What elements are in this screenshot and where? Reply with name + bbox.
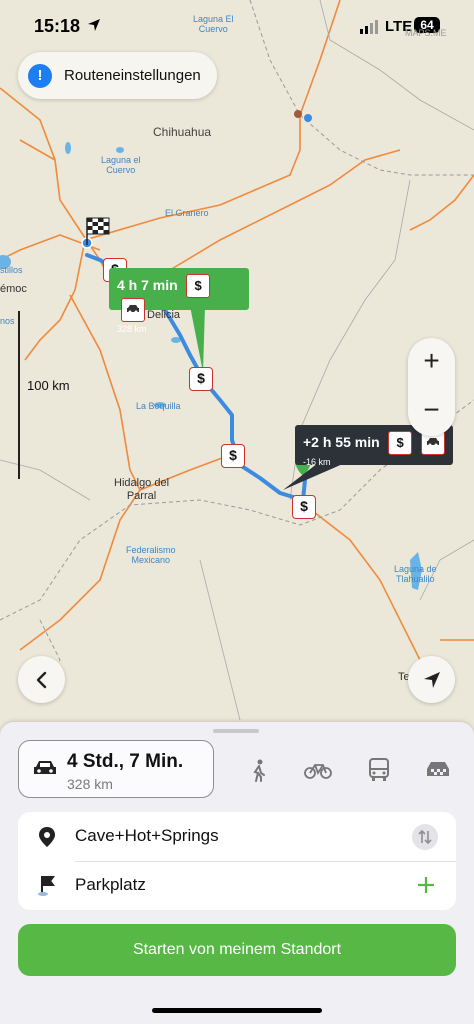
zoom-out-button[interactable]: − <box>408 387 455 436</box>
my-location-button[interactable] <box>408 656 455 703</box>
toll-icon: $ <box>186 274 211 298</box>
car-icon <box>121 298 145 322</box>
status-time: 15:18 <box>34 16 81 36</box>
map-label-left-lake: stillos <box>0 265 23 275</box>
bike-icon[interactable] <box>304 761 332 779</box>
map-view[interactable]: Laguna El Cuervo Chihuahua Laguna el Cue… <box>0 0 474 760</box>
signal-icon <box>360 20 378 34</box>
map-label-chihuahua: Chihuahua <box>153 125 212 139</box>
end-point-label: Parkplatz <box>75 875 146 894</box>
bus-icon[interactable] <box>368 758 390 782</box>
start-navigation-button[interactable]: Starten von meinem Standort <box>18 924 456 976</box>
map-label-laguna-de-tlahualilo: Laguna de Tlahualilo <box>394 564 437 584</box>
route-settings-label: Routeneinstellungen <box>64 67 201 84</box>
route-main-distance: 328 km <box>117 324 147 334</box>
location-services-icon <box>88 19 100 31</box>
sheet-handle[interactable] <box>213 729 259 733</box>
map-label-left-partial: nos <box>0 316 15 326</box>
zoom-control: + − <box>408 338 455 436</box>
map-label-federalismo-mexicano: Federalismo Mexicano <box>126 545 176 565</box>
start-point-label: Cave+Hot+Springs <box>75 826 219 845</box>
chevron-left-icon <box>36 671 46 688</box>
taxi-icon[interactable] <box>425 760 451 778</box>
walk-icon[interactable] <box>248 759 268 783</box>
map-label-el-granero: El Granero <box>165 208 209 218</box>
end-point-row[interactable]: Parkplatz <box>18 861 456 910</box>
route-main-time: 4 h 7 min <box>117 277 178 294</box>
car-icon <box>34 761 56 774</box>
add-icon[interactable] <box>414 873 438 897</box>
toll-marker[interactable]: $ <box>292 495 316 519</box>
home-indicator <box>152 1008 322 1013</box>
location-arrow-icon <box>423 671 440 688</box>
flag-icon <box>38 876 55 896</box>
map-label-hidalgo-del-parral: Hidalgo del Parral <box>114 477 170 502</box>
route-stops: Cave+Hot+Springs Parkplatz <box>18 812 456 910</box>
scale-label: 100 km <box>27 378 70 393</box>
info-icon: ! <box>28 63 52 88</box>
route-main-tag[interactable]: 4 h 7 min $ 328 km <box>109 268 249 334</box>
scale-bar <box>18 311 20 479</box>
toll-marker[interactable]: $ <box>189 367 213 391</box>
route-settings-button[interactable]: ! Routeneinstellungen <box>18 52 217 99</box>
map-canvas <box>0 0 474 721</box>
zoom-in-button[interactable]: + <box>408 338 455 387</box>
map-label-la-boquilla: La Boquilla <box>136 401 181 411</box>
route-alt-time: +2 h 55 min <box>303 434 380 451</box>
pin-icon <box>39 827 55 847</box>
map-label-laguna-el-cuervo: Laguna el Cuervo <box>101 155 141 175</box>
back-button[interactable] <box>18 656 65 703</box>
route-sheet: 4 Std., 7 Min. 328 km Cave+Hot+Springs P… <box>0 722 474 1024</box>
swap-icon[interactable] <box>412 824 438 850</box>
status-bar: 15:18 LTE 64 MAPS.ME <box>0 14 474 42</box>
map-label-cuauhtemoc: émoc <box>0 283 27 295</box>
route-alt-distance: -16 km <box>303 457 331 467</box>
route-duration: 4 Std., 7 Min. <box>67 751 184 772</box>
route-distance: 328 km <box>67 776 113 792</box>
start-point-row[interactable]: Cave+Hot+Springs <box>18 812 456 861</box>
toll-marker[interactable]: $ <box>221 444 245 468</box>
mode-car-selected[interactable]: 4 Std., 7 Min. 328 km <box>18 740 214 798</box>
brand-watermark: MAPS.ME <box>405 28 447 38</box>
